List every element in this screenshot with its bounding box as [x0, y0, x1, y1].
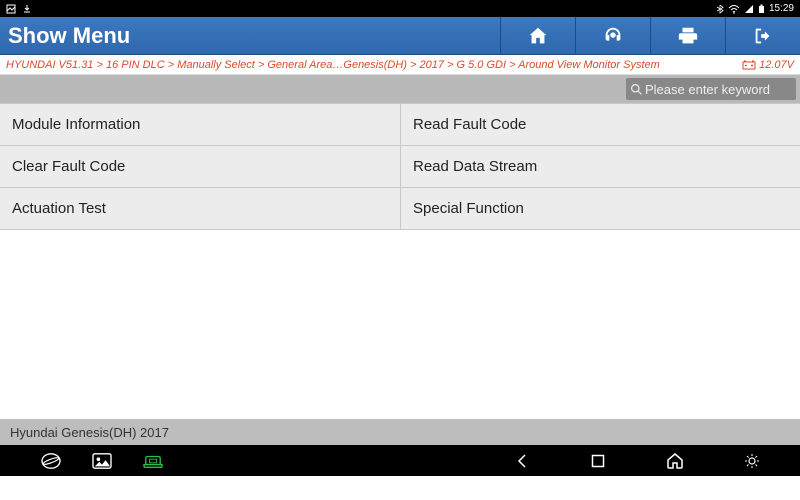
- nav-home-icon[interactable]: [666, 452, 684, 470]
- nav-left-group: [40, 452, 164, 470]
- android-nav-bar: [0, 445, 800, 476]
- menu-item-special-function[interactable]: Special Function: [400, 188, 800, 230]
- android-status-bar: 15:29: [0, 0, 800, 17]
- device-icon[interactable]: [142, 452, 164, 470]
- download-icon: [22, 4, 32, 14]
- gallery-icon[interactable]: [92, 452, 112, 470]
- battery-icon: [758, 4, 765, 14]
- search-icon: [630, 83, 643, 96]
- page-title: Show Menu: [0, 17, 500, 54]
- breadcrumb: HYUNDAI V51.31 > 16 PIN DLC > Manually S…: [0, 55, 800, 75]
- nav-recent-icon[interactable]: [590, 453, 606, 469]
- toolbar: Please enter keyword: [0, 75, 800, 103]
- menu-item-read-data-stream[interactable]: Read Data Stream: [400, 146, 800, 188]
- bluetooth-icon: [716, 4, 724, 14]
- search-input[interactable]: Please enter keyword: [626, 78, 796, 100]
- app-header: Show Menu: [0, 17, 800, 55]
- printer-icon: [677, 25, 699, 47]
- nav-right-group: [514, 452, 760, 470]
- picture-icon: [6, 4, 16, 14]
- menu-item-read-fault-code[interactable]: Read Fault Code: [400, 104, 800, 146]
- support-button[interactable]: [575, 17, 650, 54]
- status-time: 15:29: [769, 3, 794, 14]
- nav-voice-icon[interactable]: [744, 453, 760, 469]
- voltage-indicator: 12.07V: [742, 59, 794, 71]
- menu-grid: Module Information Read Fault Code Clear…: [0, 103, 800, 230]
- footer-vehicle: Hyundai Genesis(DH) 2017: [0, 419, 800, 445]
- wifi-icon: [728, 4, 740, 14]
- headset-icon: [602, 25, 624, 47]
- home-icon: [527, 25, 549, 47]
- search-placeholder: Please enter keyword: [645, 82, 792, 97]
- status-right: 15:29: [716, 3, 794, 14]
- battery-car-icon: [742, 60, 756, 70]
- exit-icon: [752, 25, 774, 47]
- content-blank: [0, 230, 800, 419]
- menu-item-clear-fault-code[interactable]: Clear Fault Code: [0, 146, 400, 188]
- menu-item-actuation-test[interactable]: Actuation Test: [0, 188, 400, 230]
- voltage-value: 12.07V: [759, 59, 794, 71]
- browser-icon[interactable]: [40, 452, 62, 470]
- menu-item-module-information[interactable]: Module Information: [0, 104, 400, 146]
- status-left: [6, 4, 32, 14]
- breadcrumb-text: HYUNDAI V51.31 > 16 PIN DLC > Manually S…: [6, 59, 736, 71]
- nav-back-icon[interactable]: [514, 453, 530, 469]
- home-button[interactable]: [500, 17, 575, 54]
- signal-icon: [744, 4, 754, 14]
- print-button[interactable]: [650, 17, 725, 54]
- exit-button[interactable]: [725, 17, 800, 54]
